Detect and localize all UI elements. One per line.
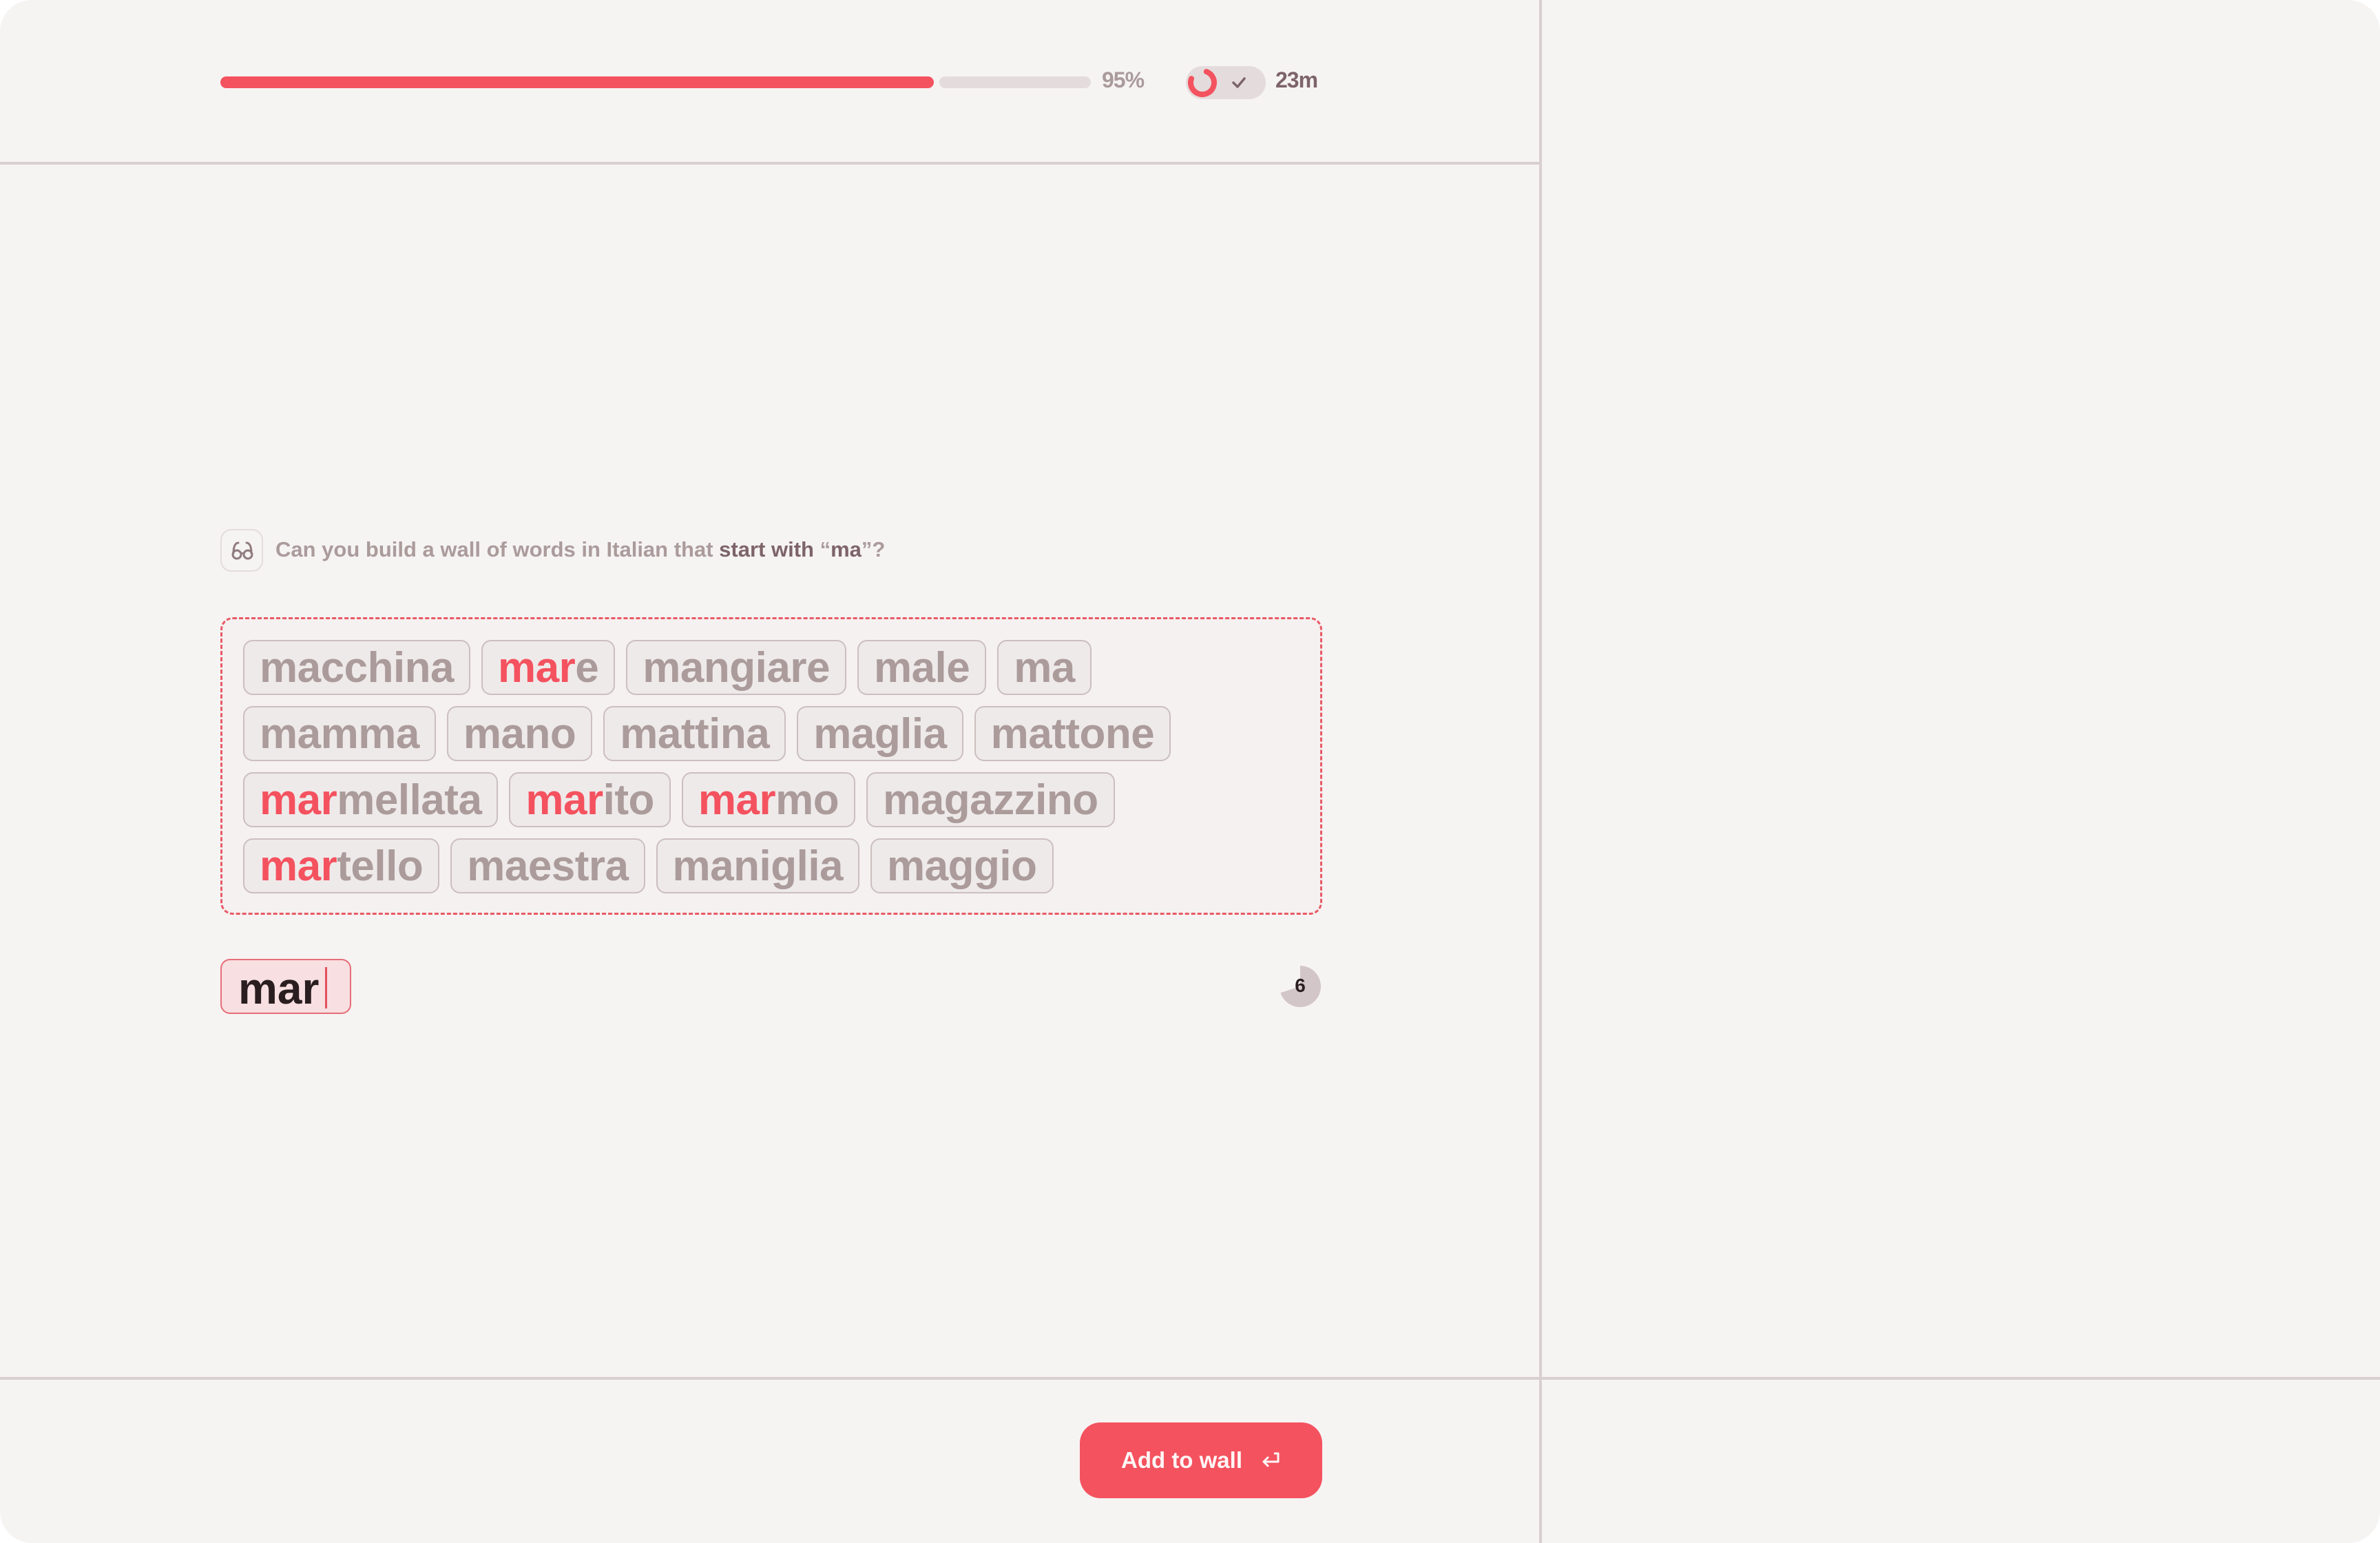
prompt-text-plain: Can you build a wall of words in Italian… [275, 537, 720, 561]
word-chip[interactable]: mattina [603, 706, 786, 761]
add-to-wall-button[interactable]: Add to wall [1080, 1422, 1322, 1498]
word-text: macchina [260, 643, 455, 692]
glasses-icon [231, 541, 253, 560]
word-match-highlight: mar [525, 776, 603, 824]
word-chip[interactable]: maglia [797, 706, 963, 761]
word-match-highlight: mar [260, 776, 337, 824]
word-chip[interactable]: male [857, 640, 987, 695]
word-text: e [575, 643, 599, 692]
word-text: mamma [260, 710, 419, 758]
prompt-prefix: ma [831, 537, 862, 561]
word-text: ma [1014, 643, 1075, 692]
word-text: mattina [620, 710, 770, 758]
word-chip[interactable]: mar e [481, 640, 616, 695]
enter-icon [1262, 1452, 1280, 1467]
word-text: magazzino [883, 776, 1098, 824]
word-text: mo [775, 776, 839, 824]
word-match-highlight: mar [698, 776, 776, 824]
word-chip[interactable]: mar ito [509, 772, 671, 827]
progress-remaining [939, 76, 1091, 88]
wall-row: mar tello maestra maniglia maggio [243, 838, 1299, 893]
word-chip[interactable]: mar mo [681, 772, 856, 827]
timer-label: 23m [1275, 68, 1318, 92]
add-to-wall-label: Add to wall [1121, 1447, 1242, 1473]
prompt-question: Can you build a wall of words in Italian… [275, 537, 885, 562]
match-counter: 6 [1278, 964, 1322, 1008]
word-chip[interactable]: maggio [870, 838, 1054, 893]
progress-fill [220, 76, 934, 88]
prompt-quote-open: “ [813, 537, 831, 561]
word-input[interactable]: mar [220, 959, 351, 1014]
word-match-highlight: mar [260, 842, 337, 890]
word-match-highlight: mar [498, 643, 576, 692]
word-text: mangiare [643, 643, 830, 692]
header-divider [0, 162, 1539, 165]
word-text: tello [337, 842, 424, 890]
hint-button[interactable] [220, 529, 263, 572]
word-text: maglia [813, 710, 947, 758]
word-input-value: mar [238, 964, 320, 1013]
word-chip[interactable]: maniglia [656, 838, 860, 893]
footer-divider [0, 1377, 2380, 1380]
panel-divider [1539, 0, 1542, 1543]
word-text: male [873, 643, 970, 692]
wall-row: macchina mar e mangiare male ma [243, 640, 1299, 695]
word-chip[interactable]: mar tello [243, 838, 440, 893]
progress-bar [220, 76, 1091, 88]
wall-row: mamma mano mattina maglia mattone [243, 706, 1299, 761]
word-text: mattone [990, 710, 1155, 758]
progress-label: 95% [1102, 68, 1145, 92]
word-text: mano [463, 710, 576, 758]
word-chip[interactable]: mano [446, 706, 593, 761]
prompt-text-strong: start with [719, 537, 814, 561]
word-chip[interactable]: mamma [243, 706, 436, 761]
check-icon [1232, 77, 1246, 88]
app-window: 95% 23m Can you build a wall of words in… [0, 0, 2380, 1543]
prompt-quote-close: ”? [861, 537, 886, 561]
word-wall: macchina mar e mangiare male ma mamma mano matti… [220, 617, 1322, 915]
word-text: maggio [887, 842, 1037, 890]
counter-value: 6 [1295, 975, 1306, 996]
word-text: mellata [337, 776, 482, 824]
word-chip[interactable]: mangiare [626, 640, 846, 695]
timer-toggle[interactable] [1186, 66, 1266, 99]
word-chip[interactable]: ma [997, 640, 1092, 695]
word-chip[interactable]: macchina [243, 640, 471, 695]
word-chip[interactable]: magazzino [866, 772, 1115, 827]
word-chip[interactable]: mattone [974, 706, 1171, 761]
word-chip[interactable]: maestra [450, 838, 645, 893]
word-text: ito [603, 776, 655, 824]
text-caret [325, 967, 327, 1008]
word-text: maestra [467, 842, 629, 890]
word-text: maniglia [672, 842, 844, 890]
word-chip[interactable]: mar mellata [243, 772, 499, 827]
wall-row: mar mellata mar ito mar mo magazzino [243, 772, 1299, 827]
